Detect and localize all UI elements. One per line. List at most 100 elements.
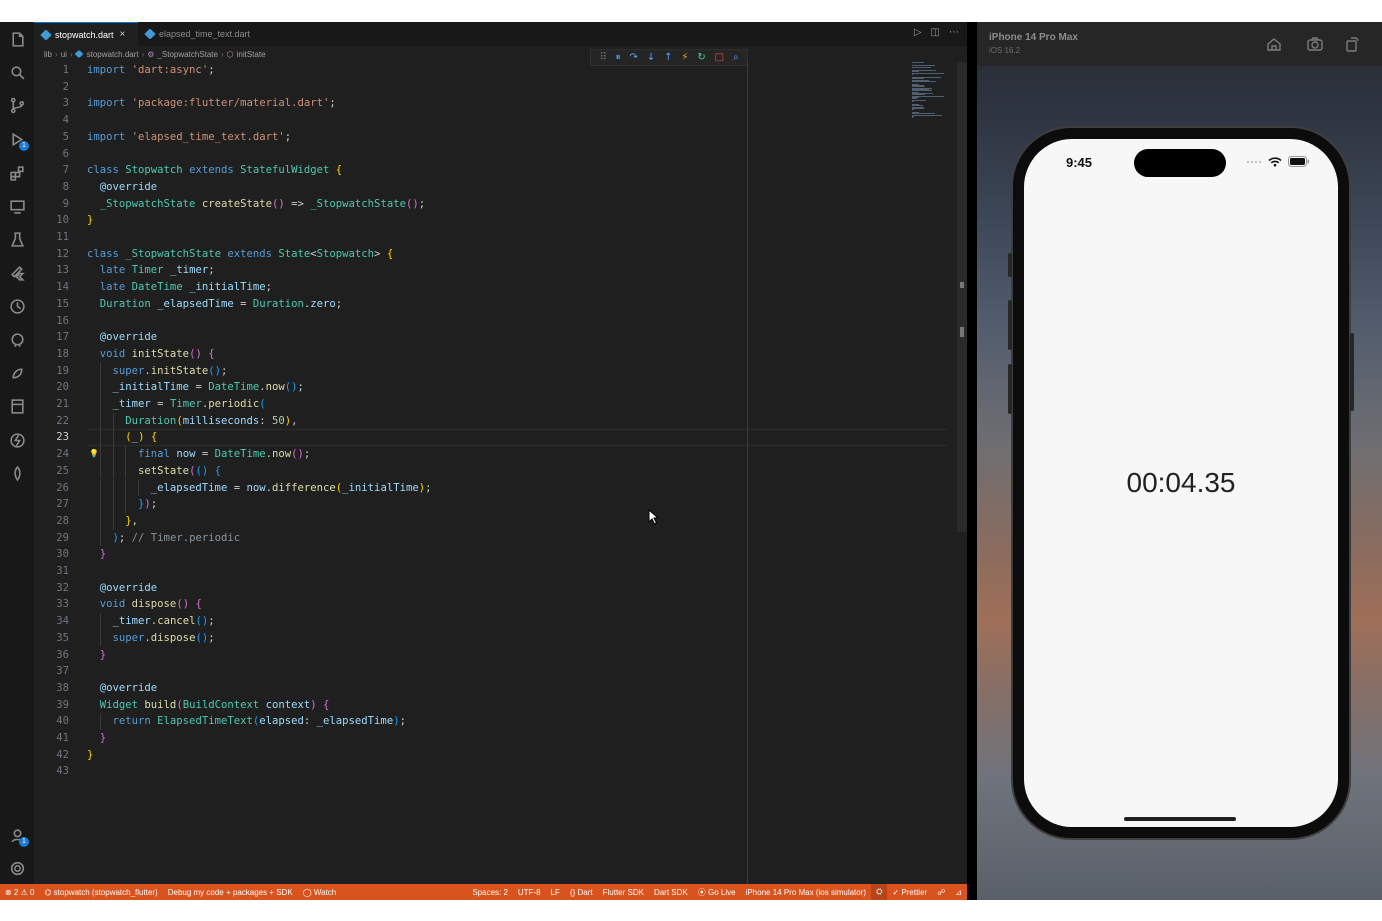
prettier[interactable]: ✓ Prettier bbox=[887, 884, 932, 900]
testing-icon[interactable] bbox=[6, 228, 28, 250]
thunder-client-icon[interactable] bbox=[6, 429, 28, 451]
chevron-right-icon: › bbox=[141, 49, 145, 59]
breadcrumb-ui[interactable]: ui bbox=[61, 50, 67, 59]
source-control-icon[interactable] bbox=[6, 94, 28, 116]
home-indicator[interactable] bbox=[1124, 817, 1236, 821]
line-number: 13 bbox=[56, 264, 69, 277]
line-number: 33 bbox=[56, 598, 69, 611]
drag-handle-icon[interactable]: ⠿ bbox=[599, 52, 606, 63]
elapsed-time-text: 00:04.35 bbox=[1126, 467, 1236, 498]
code-text: import 'dart:async'; bbox=[87, 64, 215, 76]
line-number: 7 bbox=[62, 164, 69, 177]
watch-button[interactable]: ◯ Watch bbox=[298, 884, 342, 900]
tab-stopwatch-dart[interactable]: stopwatch.dart × bbox=[34, 22, 138, 46]
code-text: @override bbox=[99, 180, 158, 193]
restart-icon[interactable]: ↻ bbox=[697, 52, 705, 63]
copilot-icon[interactable]: ⛭ bbox=[871, 884, 888, 900]
volume-down-button[interactable] bbox=[1008, 364, 1012, 414]
indent-guide bbox=[125, 462, 127, 480]
code-text: void dispose() { bbox=[99, 598, 202, 611]
minimap-line bbox=[912, 80, 936, 82]
screenshot-icon[interactable] bbox=[1306, 35, 1324, 53]
code-text: } bbox=[99, 732, 107, 744]
code-text: (_) { bbox=[125, 431, 158, 444]
rotate-icon[interactable] bbox=[1343, 35, 1361, 53]
indent-guide bbox=[99, 496, 101, 513]
target-device[interactable]: iPhone 14 Pro Max (ios simulator) bbox=[741, 884, 872, 900]
language-mode[interactable]: {} Dart bbox=[565, 884, 598, 900]
breadcrumb-class[interactable]: _StopwatchState bbox=[157, 50, 217, 59]
code-editor[interactable]: 1 import 'dart:async'; 2 3 import 'package:f… bbox=[34, 62, 954, 844]
chevron-right-icon: › bbox=[55, 49, 58, 59]
extensions-icon[interactable] bbox=[6, 162, 28, 184]
feedback-icon[interactable]: ☍ bbox=[932, 884, 950, 900]
dart-file-icon bbox=[144, 28, 156, 40]
settings-gear-icon[interactable] bbox=[6, 857, 28, 879]
pause-icon[interactable]: ⏸ bbox=[616, 52, 621, 63]
volume-up-button[interactable] bbox=[1008, 300, 1012, 350]
minimap[interactable] bbox=[910, 62, 958, 122]
breadcrumb-lib[interactable]: lib bbox=[44, 50, 52, 59]
close-icon[interactable]: × bbox=[120, 29, 126, 40]
code-text: Widget build(BuildContext context) { bbox=[99, 698, 330, 711]
minimap-line bbox=[912, 117, 913, 119]
split-editor-icon[interactable]: ◫ bbox=[931, 27, 940, 38]
editor-scrollbar[interactable] bbox=[957, 62, 967, 532]
indent-guide bbox=[99, 479, 101, 497]
code-text: import 'elapsed_time_text.dart'; bbox=[87, 130, 292, 143]
run-debug-icon[interactable]: 1 bbox=[6, 128, 29, 151]
line-number: 41 bbox=[56, 732, 69, 744]
line-ending[interactable]: LF bbox=[546, 884, 565, 900]
flutter-sdk[interactable]: Flutter SDK bbox=[598, 884, 649, 900]
timeline-icon[interactable] bbox=[6, 295, 28, 317]
debug-session[interactable]: ⌬ stopwatch (stopwatch_flutter) bbox=[39, 884, 162, 900]
vscode-window: 1 1 stopwatch.dart × elapsed_time_text.d… bbox=[0, 22, 967, 900]
remote-explorer-icon[interactable] bbox=[6, 195, 28, 217]
more-actions-icon[interactable]: ⋯ bbox=[949, 27, 959, 38]
dart-sdk[interactable]: Dart SDK bbox=[649, 884, 693, 900]
breadcrumb-file[interactable]: stopwatch.dart bbox=[87, 50, 139, 59]
hot-reload-icon[interactable]: ⚡ bbox=[681, 52, 688, 63]
indent-guide bbox=[112, 496, 114, 513]
dart-file-icon bbox=[40, 28, 52, 41]
mongodb-icon[interactable] bbox=[6, 462, 28, 484]
step-out-icon[interactable]: ↑ bbox=[664, 52, 672, 63]
indentation[interactable]: Spaces: 2 bbox=[467, 884, 513, 900]
run-icon[interactable]: ▷ bbox=[914, 27, 922, 38]
breadcrumb-method[interactable]: initState bbox=[237, 50, 266, 59]
minimap-line bbox=[912, 114, 942, 116]
bookmarks-icon[interactable] bbox=[6, 395, 28, 417]
step-over-icon[interactable]: ↷ bbox=[630, 52, 638, 63]
home-icon[interactable] bbox=[1265, 35, 1283, 53]
lightbulb-icon[interactable]: 💡 bbox=[89, 449, 99, 458]
accounts-icon[interactable]: 1 bbox=[6, 824, 29, 847]
notifications-bell-icon[interactable]: ⊿ bbox=[950, 884, 967, 900]
simulator-device-name: iPhone 14 Pro Max bbox=[989, 32, 1078, 43]
phone-status-icons bbox=[1246, 156, 1310, 167]
search-icon[interactable] bbox=[6, 61, 28, 83]
minimap-line bbox=[912, 107, 924, 109]
indent-guide bbox=[99, 462, 101, 480]
docker-icon[interactable] bbox=[6, 362, 28, 384]
encoding[interactable]: UTF-8 bbox=[513, 884, 546, 900]
explorer-icon[interactable] bbox=[6, 28, 28, 50]
scrollbar-marker bbox=[960, 327, 964, 337]
phone-screen[interactable]: 9:45 00:04.35 bbox=[1024, 139, 1338, 827]
minimap-line bbox=[912, 109, 914, 111]
flutter-icon[interactable] bbox=[6, 262, 28, 284]
step-into-icon[interactable]: ↓ bbox=[647, 52, 655, 63]
power-button[interactable] bbox=[1350, 333, 1354, 411]
line-number: 21 bbox=[56, 398, 69, 410]
code-text: _StopwatchState createState() => _Stopwa… bbox=[99, 197, 426, 210]
indent-guide bbox=[99, 529, 101, 547]
inspect-widget-icon[interactable]: ⌕ bbox=[733, 52, 739, 63]
go-live[interactable]: ⦿ Go Live bbox=[693, 884, 741, 900]
iphone-frame: 9:45 00:04.35 bbox=[1008, 128, 1354, 838]
line-number: 36 bbox=[56, 648, 69, 661]
github-icon[interactable] bbox=[6, 329, 28, 351]
stop-icon[interactable]: □ bbox=[715, 52, 724, 63]
debug-mode[interactable]: Debug my code + packages + SDK bbox=[163, 884, 298, 900]
problems-indicator[interactable]: ⊗ 2 ⚠ 0 bbox=[0, 884, 39, 900]
line-number: 35 bbox=[56, 631, 69, 644]
tab-elapsed-time-text-dart[interactable]: elapsed_time_text.dart bbox=[138, 22, 268, 46]
